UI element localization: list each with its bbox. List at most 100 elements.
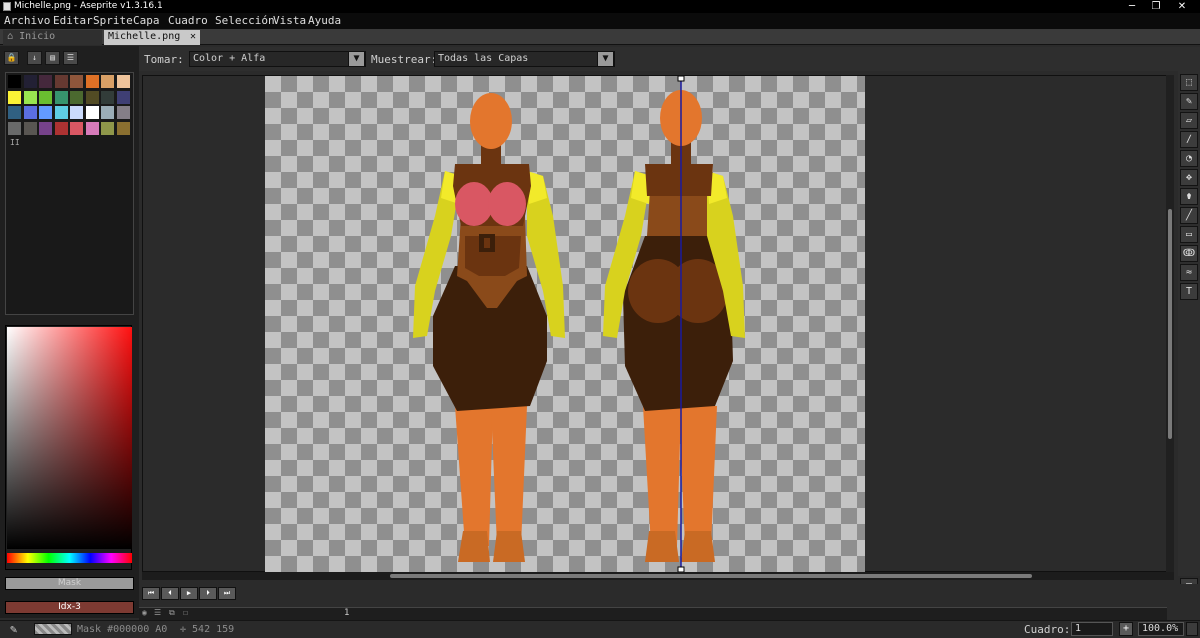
palette-swatch[interactable] — [116, 121, 130, 135]
menu-vista[interactable]: Vista — [273, 14, 306, 27]
window-title: Michelle.png - Aseprite v1.3.16.1 — [14, 1, 163, 11]
palette-swatch[interactable] — [101, 90, 114, 104]
palette-swatch[interactable] — [23, 106, 37, 119]
menu-seleccion[interactable]: Selección — [215, 14, 275, 27]
palette-swatch[interactable] — [54, 121, 68, 135]
palette-swatch[interactable] — [39, 106, 52, 119]
rectangle-tool-button[interactable]: ▭ — [1180, 226, 1198, 243]
minimize-button[interactable]: ─ — [1122, 0, 1142, 13]
tab-inicio[interactable]: ⌂ Inicio — [3, 30, 102, 45]
palette-swatch[interactable] — [85, 121, 99, 135]
palette-swatch[interactable] — [54, 90, 68, 104]
palette-swatch[interactable] — [85, 90, 99, 104]
palette-swatch[interactable] — [39, 75, 52, 88]
menu-cuadro[interactable]: Cuadro — [168, 14, 208, 27]
horizontal-scrollbar[interactable] — [142, 572, 1174, 580]
muestrear-dropdown[interactable]: Todas las Capas ▼ — [434, 51, 615, 67]
hue-slider[interactable] — [7, 553, 132, 563]
previous-frame-button[interactable]: ⏴ — [161, 587, 179, 600]
palette-swatch[interactable] — [116, 106, 130, 119]
vertical-scrollbar[interactable] — [1166, 75, 1174, 572]
move-tool-button[interactable]: ✥ — [1180, 169, 1198, 186]
palette-swatch[interactable] — [54, 75, 68, 88]
eraser-tool-button[interactable]: ▱ — [1180, 112, 1198, 129]
pencil-tool-button[interactable]: ✎ — [1180, 93, 1198, 110]
palette-swatch[interactable] — [8, 121, 21, 135]
layer-blank-icon[interactable]: ☐ — [183, 608, 188, 617]
frame-number[interactable]: 1 — [344, 608, 349, 618]
rectangular-marquee-icon: ⬚ — [1185, 77, 1193, 88]
rectangular-marquee-tool-button[interactable]: ⬚ — [1180, 74, 1198, 91]
palette-swatch[interactable] — [116, 90, 130, 104]
palette-swatch[interactable] — [23, 90, 37, 104]
palette-swatch[interactable] — [39, 121, 52, 135]
continuous-icon[interactable]: ⧉ — [169, 608, 175, 618]
tab-bar: ⌂ Inicio Michelle.png ✕ — [0, 29, 1200, 45]
left-panel: 🔒 ↓ ▤ ☰ II Mask Idx-3 — [0, 46, 139, 618]
palette-presets-button[interactable]: ▤ — [45, 51, 60, 65]
muestrear-label: Muestrear: — [371, 53, 438, 66]
add-frame-button[interactable]: + — [1119, 622, 1133, 636]
menu-sprite[interactable]: Sprite — [93, 14, 133, 27]
canvas-editor[interactable] — [142, 75, 1174, 573]
palette-swatch[interactable] — [85, 75, 99, 88]
last-frame-button[interactable]: ⏭ — [218, 587, 236, 600]
palette-swatch[interactable] — [23, 75, 37, 88]
palette-swatch[interactable] — [101, 121, 114, 135]
palette-sort-button[interactable]: ↓ — [27, 51, 42, 65]
paint-bucket-tool-button[interactable]: ⚱ — [1180, 188, 1198, 205]
eyedropper-icon: ∕ — [1185, 134, 1193, 145]
next-frame-button[interactable]: ⏵ — [199, 587, 217, 600]
lasso-tool-button[interactable]: ↂ — [1180, 245, 1198, 262]
palette-swatch[interactable] — [39, 90, 52, 104]
palette-swatch[interactable] — [8, 75, 21, 88]
text-tool-button[interactable]: T — [1180, 283, 1198, 300]
lock-layer-icon[interactable]: ☰ — [154, 608, 161, 617]
palette-swatch[interactable] — [54, 106, 68, 119]
menu-ayuda[interactable]: Ayuda — [308, 14, 341, 27]
grid-toggle-button[interactable] — [1186, 622, 1198, 636]
rectangle-icon: ▭ — [1185, 229, 1193, 240]
close-tab-icon[interactable]: ✕ — [190, 30, 196, 44]
chevron-down-icon: ▼ — [597, 51, 614, 67]
play-button[interactable]: ▶ — [180, 587, 198, 600]
zoom-tool-button[interactable]: ◔ — [1180, 150, 1198, 167]
palette-swatch[interactable] — [70, 90, 83, 104]
saturation-value-field[interactable] — [7, 327, 132, 549]
frame-input[interactable]: 1 — [1071, 622, 1113, 636]
blur-tool-button[interactable]: ≈ — [1180, 264, 1198, 281]
line-tool-button[interactable]: ╱ — [1180, 207, 1198, 224]
palette-swatch[interactable] — [23, 121, 37, 135]
maximize-button[interactable]: ❐ — [1146, 0, 1166, 13]
first-frame-button[interactable]: ⏮ — [142, 587, 160, 600]
menu-capa[interactable]: Capa — [133, 14, 160, 27]
palette-swatch[interactable] — [85, 106, 99, 119]
foreground-color-bar[interactable]: Mask — [5, 577, 134, 590]
palette-swatch[interactable] — [70, 75, 83, 88]
palette-swatch[interactable] — [70, 121, 83, 135]
palette-swatch[interactable] — [101, 75, 114, 88]
eyedropper-tool-button[interactable]: ∕ — [1180, 131, 1198, 148]
lock-palette-button[interactable]: 🔒 — [4, 51, 19, 65]
palette-swatch[interactable] — [116, 75, 130, 88]
visibility-icon[interactable]: ◉ — [142, 608, 147, 617]
menu-editar[interactable]: Editar — [53, 14, 93, 27]
palette-swatch[interactable] — [8, 90, 21, 104]
previous-frame-icon: ⏴ — [168, 589, 172, 597]
back-left-leg — [643, 406, 681, 546]
close-window-button[interactable]: ✕ — [1172, 0, 1192, 13]
palette-swatch[interactable] — [70, 106, 83, 119]
zoom-input[interactable]: 100.0% — [1138, 622, 1184, 636]
horizontal-scroll-thumb[interactable] — [390, 574, 1032, 578]
chevron-down-icon: ▼ — [348, 51, 365, 67]
palette-swatch[interactable] — [8, 106, 21, 119]
background-color-bar[interactable]: Idx-3 — [5, 601, 134, 614]
palette-swatch[interactable] — [101, 106, 114, 119]
arrow-down-icon: ↓ — [32, 53, 37, 62]
menu-archivo[interactable]: Archivo — [4, 14, 50, 27]
palette-options-button[interactable]: ☰ — [63, 51, 78, 65]
tomar-dropdown[interactable]: Color + Alfa ▼ — [189, 51, 366, 67]
vertical-scroll-thumb[interactable] — [1168, 209, 1172, 439]
tab-michelle[interactable]: Michelle.png ✕ — [104, 30, 200, 45]
sprite-canvas[interactable] — [265, 75, 865, 573]
